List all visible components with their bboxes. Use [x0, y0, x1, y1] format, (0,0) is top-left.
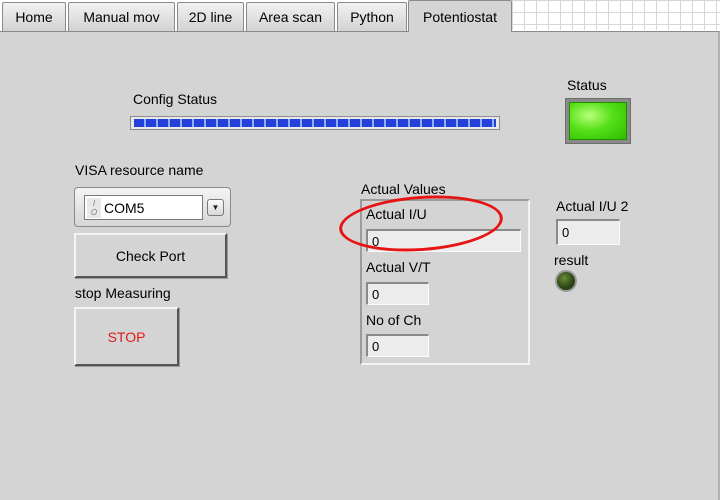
no-of-ch-indicator: 0	[366, 334, 429, 357]
status-led-lamp	[569, 102, 627, 140]
visa-resource-value: COM5	[104, 199, 145, 216]
result-led[interactable]	[555, 270, 577, 292]
status-led[interactable]	[565, 98, 631, 144]
tab-home[interactable]: Home	[2, 2, 66, 31]
stop-button[interactable]: STOP	[74, 307, 179, 366]
grid-background	[512, 0, 720, 30]
check-port-label: Check Port	[115, 247, 186, 264]
no-of-ch-label: No of Ch	[366, 312, 422, 328]
stop-button-label: STOP	[107, 328, 146, 345]
visa-resource-input[interactable]: IO COM5	[84, 195, 203, 220]
result-label: result	[554, 252, 589, 268]
config-status-progress-bar	[130, 116, 500, 130]
chevron-down-icon[interactable]: ▼	[207, 199, 224, 216]
tab-2d-line[interactable]: 2D line	[177, 2, 244, 31]
tab-manual-mov[interactable]: Manual mov	[68, 2, 175, 31]
actual-values-label: Actual Values	[361, 181, 446, 197]
tab-python[interactable]: Python	[337, 2, 407, 31]
actual-vt-indicator: 0	[366, 282, 429, 305]
tab-area-scan[interactable]: Area scan	[246, 2, 335, 31]
tab-potentiostat[interactable]: Potentiostat	[408, 0, 512, 32]
io-resource-icon: IO	[87, 197, 101, 218]
actual-iu-label: Actual I/U	[366, 206, 427, 222]
stop-measuring-label: stop Measuring	[75, 285, 171, 301]
check-port-button[interactable]: Check Port	[74, 233, 227, 278]
actual-iu2-indicator: 0	[556, 219, 620, 245]
status-label: Status	[567, 77, 607, 93]
actual-iu-indicator: 0	[366, 229, 521, 252]
actual-iu2-label: Actual I/U 2	[556, 198, 629, 214]
progress-fill	[134, 119, 496, 127]
visa-resource-label: VISA resource name	[75, 162, 204, 178]
actual-vt-label: Actual V/T	[366, 259, 431, 275]
config-status-label: Config Status	[133, 91, 218, 107]
